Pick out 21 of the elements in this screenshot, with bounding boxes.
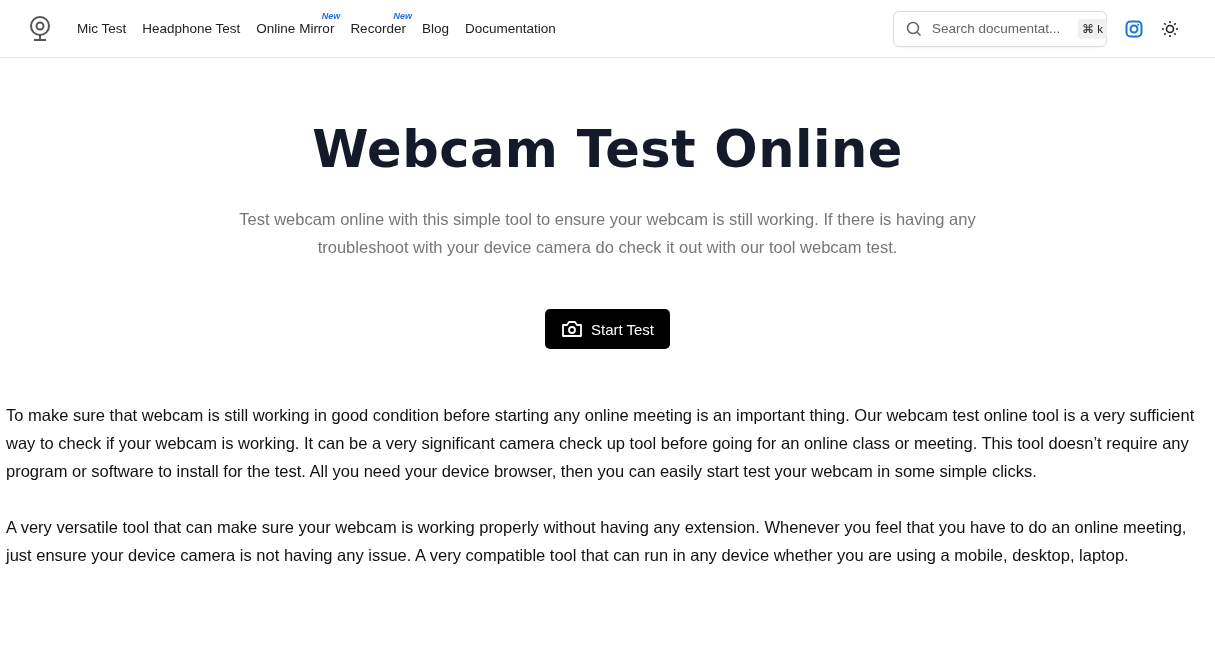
webcam-logo-icon[interactable] <box>29 15 51 42</box>
page-title: Webcam Test Online <box>311 120 904 179</box>
nav-link[interactable]: Headphone Test <box>142 21 241 36</box>
shortcut-key: ⌘ k <box>1078 18 1107 39</box>
new-label: New <box>321 11 341 21</box>
search-icon <box>906 20 922 37</box>
nav-link[interactable]: Blog <box>421 21 449 36</box>
body-paragraph: A very versatile tool that can make sure your webcam is working properly without having any extension. Whenever you feel that you have to do an online meeting, just ensure your device camera is not having any issue. A very compatible tool that can run in any device whether you are using a mobile, desktop, laptop. <box>6 517 1188 566</box>
start-test-button[interactable]: Start Test <box>544 309 671 349</box>
nav-link[interactable]: Online Mirror <box>256 21 335 36</box>
search-field[interactable]: Search documentat... <box>932 21 1068 36</box>
nav-link[interactable]: Recorder <box>350 21 406 36</box>
subtitle: Test webcam online with this simple tool to ensure your webcam is still working. If there is having any troubleshoot with your device camera do check it out with our tool webcam test. <box>238 209 977 258</box>
camera-icon <box>560 320 583 338</box>
search-bar[interactable]: Search documentat... ⌘ k <box>893 10 1107 47</box>
instagram-icon[interactable] <box>1125 19 1143 38</box>
nav-link[interactable]: Mic Test <box>77 21 127 36</box>
sun-icon[interactable] <box>1161 19 1179 38</box>
body-paragraph: To make sure that webcam is still working in good condition before starting any online meeting is an important thing. Our webcam test online tool is a very sufficient way to check if your webcam is working. It can be a very significant camera check up tool before going for an online class or meeting. This tool doesn’t require any program or software to install for the test. All you need your device browser, then you can easily start test your webcam in some simple clicks. <box>6 405 1196 482</box>
new-label: New <box>393 11 412 21</box>
nav-link[interactable]: Documentation <box>464 21 556 36</box>
